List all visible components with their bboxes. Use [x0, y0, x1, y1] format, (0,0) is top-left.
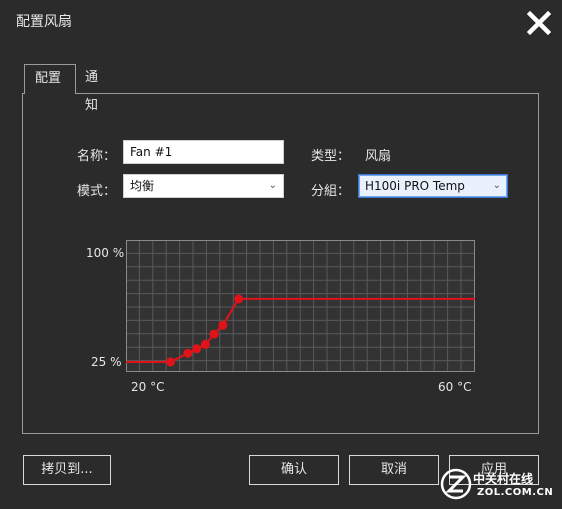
x-tick-label: 60 °C: [438, 380, 472, 394]
curve-point[interactable]: [218, 320, 228, 330]
watermark-en-text: ZOL.COM.CN: [477, 487, 554, 498]
tab-notifications[interactable]: 通知: [76, 64, 116, 113]
curve-point[interactable]: [209, 329, 219, 339]
close-icon: [526, 10, 552, 36]
y-tick-label: 25 %: [91, 355, 122, 369]
watermark-cn-text: 中关村在线: [473, 472, 534, 486]
mode-select[interactable]: 均衡 ⌄: [123, 174, 284, 198]
chevron-down-icon: ⌄: [268, 180, 277, 191]
curve-point[interactable]: [234, 294, 244, 304]
tab-config[interactable]: 配置: [24, 64, 76, 94]
dialog-title: 配置风扇: [16, 14, 72, 30]
group-select[interactable]: H100i PRO Temp ⌄: [358, 174, 508, 198]
type-label: 类型：: [311, 149, 351, 164]
group-select-value: H100i PRO Temp: [365, 179, 465, 193]
name-label: 名称：: [77, 149, 117, 164]
ok-button[interactable]: 确认: [249, 455, 339, 485]
mode-select-value: 均衡: [130, 179, 155, 193]
y-tick-label: 100 %: [86, 246, 125, 260]
curve-point[interactable]: [200, 339, 210, 349]
curve-point[interactable]: [183, 348, 193, 358]
zol-logo-icon: [440, 468, 472, 500]
fan-curve-chart[interactable]: [126, 240, 475, 372]
close-button[interactable]: [526, 10, 552, 36]
type-value: 风扇: [365, 149, 392, 164]
cancel-button[interactable]: 取消: [349, 455, 439, 485]
curve-point[interactable]: [166, 357, 175, 367]
curve-point[interactable]: [192, 344, 202, 354]
name-input[interactable]: Fan #1: [123, 140, 284, 164]
configure-fan-dialog: 配置风扇 配置 通知 名称： Fan #1 类型： 风扇 模式： 均衡 ⌄ 分組…: [0, 0, 562, 509]
mode-label: 模式：: [77, 184, 117, 199]
x-tick-label: 20 °C: [131, 380, 165, 394]
zol-watermark: 中关村在线 ZOL.COM.CN: [440, 466, 555, 506]
copy-to-button[interactable]: 拷贝到...: [23, 455, 111, 485]
group-label: 分組：: [311, 184, 351, 199]
chevron-down-icon: ⌄: [492, 180, 501, 191]
